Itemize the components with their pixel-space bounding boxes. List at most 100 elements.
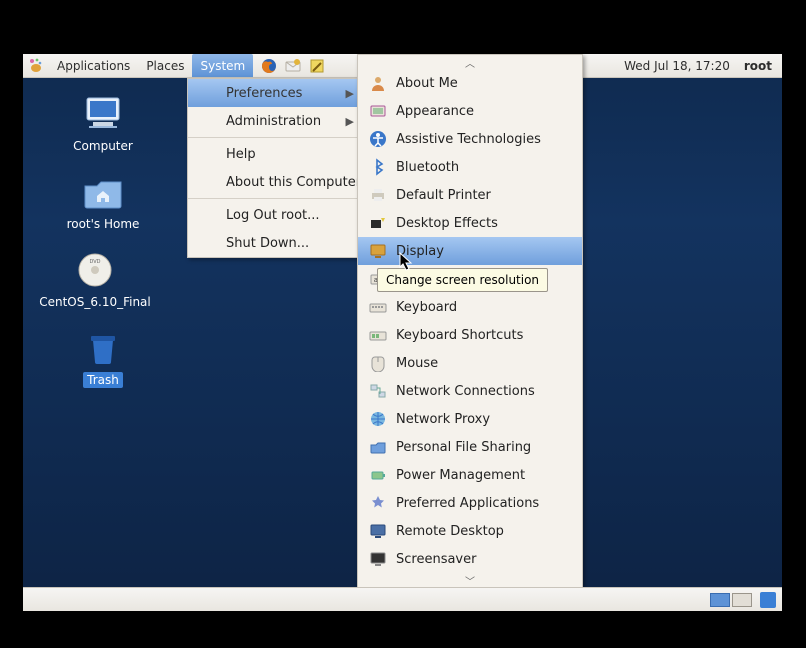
svg-text:DVD: DVD bbox=[89, 259, 100, 265]
net-conn-icon bbox=[368, 381, 388, 401]
menu-item-label: Screensaver bbox=[396, 552, 562, 567]
menu-scroll-down[interactable]: ﹀ bbox=[358, 573, 582, 587]
menu-item-label: Power Management bbox=[396, 468, 562, 483]
submenu-arrow-icon: ▶ bbox=[346, 115, 354, 128]
submenu-arrow-icon: ▶ bbox=[346, 87, 354, 100]
file-sharing-icon bbox=[368, 437, 388, 457]
system-menu: Preferences ▶ Administration ▶ Help Abou… bbox=[187, 78, 375, 258]
menu-item-label: Default Printer bbox=[396, 188, 562, 203]
computer-icon bbox=[79, 94, 127, 134]
display-icon bbox=[368, 241, 388, 261]
menu-item-label: Appearance bbox=[396, 104, 562, 119]
menu-item-label: Mouse bbox=[396, 356, 562, 371]
bottom-panel bbox=[23, 587, 782, 611]
menu-item-shutdown[interactable]: Shut Down... bbox=[188, 229, 374, 257]
desktop-icon-home[interactable]: root's Home bbox=[43, 172, 163, 232]
menu-item-label: Network Proxy bbox=[396, 412, 562, 427]
desktop-icon-label: root's Home bbox=[63, 216, 144, 232]
menu-item-screensaver[interactable]: Screensaver bbox=[358, 545, 582, 573]
tooltip: Change screen resolution bbox=[377, 268, 548, 292]
menu-item-label: Keyboard Shortcuts bbox=[396, 328, 562, 343]
workspace-2[interactable] bbox=[732, 593, 752, 607]
appearance-icon bbox=[368, 101, 388, 121]
menu-item-label: Assistive Technologies bbox=[396, 132, 562, 147]
trash-icon bbox=[79, 328, 127, 368]
panel-launchers bbox=[257, 55, 329, 77]
menu-item-pref-apps[interactable]: Preferred Applications bbox=[358, 489, 582, 517]
menu-item-about-me[interactable]: About Me bbox=[358, 69, 582, 97]
remote-desktop-icon bbox=[368, 521, 388, 541]
evolution-icon[interactable] bbox=[282, 55, 304, 77]
menu-item-label: Personal File Sharing bbox=[396, 440, 562, 455]
panel-trash-icon[interactable] bbox=[760, 592, 776, 608]
desktop-effects-icon bbox=[368, 213, 388, 233]
firefox-icon[interactable] bbox=[258, 55, 280, 77]
about-me-icon bbox=[368, 73, 388, 93]
menu-item-label: Display bbox=[396, 244, 562, 259]
menu-item-label: Help bbox=[226, 147, 354, 162]
mouse-icon bbox=[368, 353, 388, 373]
gedit-icon[interactable] bbox=[306, 55, 328, 77]
menu-item-label: Keyboard bbox=[396, 300, 562, 315]
menu-item-assistive[interactable]: Assistive Technologies bbox=[358, 125, 582, 153]
assistive-icon bbox=[368, 129, 388, 149]
preferences-menu: ︿ About Me Appearance Assistive Technologi… bbox=[357, 54, 583, 588]
menu-item-label: Shut Down... bbox=[226, 236, 354, 251]
kb-shortcuts-icon bbox=[368, 325, 388, 345]
menu-item-net-proxy[interactable]: Network Proxy bbox=[358, 405, 582, 433]
menu-item-file-sharing[interactable]: Personal File Sharing bbox=[358, 433, 582, 461]
default-printer-icon bbox=[368, 185, 388, 205]
menu-item-remote-desktop[interactable]: Remote Desktop bbox=[358, 517, 582, 545]
menu-item-net-conn[interactable]: Network Connections bbox=[358, 377, 582, 405]
panel-user[interactable]: root bbox=[738, 59, 782, 73]
blank-icon bbox=[198, 172, 218, 192]
workspace-1[interactable] bbox=[710, 593, 730, 607]
desktop-icon-trash[interactable]: Trash bbox=[43, 328, 163, 388]
menu-item-appearance[interactable]: Appearance bbox=[358, 97, 582, 125]
blank-icon bbox=[198, 111, 218, 131]
menu-item-help[interactable]: Help bbox=[188, 140, 374, 168]
gnome-foot-icon[interactable] bbox=[25, 55, 47, 77]
menu-item-logout[interactable]: Log Out root... bbox=[188, 201, 374, 229]
menu-item-power[interactable]: Power Management bbox=[358, 461, 582, 489]
menu-item-display[interactable]: Display bbox=[358, 237, 582, 265]
power-icon bbox=[368, 465, 388, 485]
blank-icon bbox=[198, 144, 218, 164]
desktop-icon-label: Trash bbox=[83, 372, 123, 388]
menu-item-label: Log Out root... bbox=[226, 208, 354, 223]
menu-item-preferences[interactable]: Preferences ▶ bbox=[188, 79, 374, 107]
menubar-places[interactable]: Places bbox=[138, 54, 192, 77]
blank-icon bbox=[198, 83, 218, 103]
menu-item-default-printer[interactable]: Default Printer bbox=[358, 181, 582, 209]
menu-item-label: Desktop Effects bbox=[396, 216, 562, 231]
home-folder-icon bbox=[79, 172, 127, 212]
menu-item-kb-shortcuts[interactable]: Keyboard Shortcuts bbox=[358, 321, 582, 349]
menu-scroll-up[interactable]: ︿ bbox=[358, 55, 582, 69]
menu-item-label: Administration bbox=[226, 114, 332, 129]
panel-clock[interactable]: Wed Jul 18, 17:20 bbox=[616, 59, 738, 73]
menu-item-label: Network Connections bbox=[396, 384, 562, 399]
menu-item-desktop-effects[interactable]: Desktop Effects bbox=[358, 209, 582, 237]
menubar-system[interactable]: System bbox=[192, 54, 253, 77]
dvd-icon: DVD bbox=[71, 250, 119, 290]
menu-item-administration[interactable]: Administration ▶ bbox=[188, 107, 374, 135]
blank-icon bbox=[198, 205, 218, 225]
desktop-icon-label: CentOS_6.10_Final bbox=[35, 294, 155, 310]
desktop-icon-computer[interactable]: Computer bbox=[43, 94, 163, 154]
menu-item-keyboard[interactable]: Keyboard bbox=[358, 293, 582, 321]
desktop-icon-label: Computer bbox=[69, 138, 137, 154]
keyboard-icon bbox=[368, 297, 388, 317]
net-proxy-icon bbox=[368, 409, 388, 429]
menu-separator bbox=[188, 137, 374, 138]
menu-item-label: Bluetooth bbox=[396, 160, 562, 175]
pref-apps-icon bbox=[368, 493, 388, 513]
bluetooth-icon bbox=[368, 157, 388, 177]
menu-item-about[interactable]: About this Computer bbox=[188, 168, 374, 196]
menu-item-bluetooth[interactable]: Bluetooth bbox=[358, 153, 582, 181]
screensaver-icon bbox=[368, 549, 388, 569]
menu-item-label: About this Computer bbox=[226, 175, 361, 190]
menubar-applications[interactable]: Applications bbox=[49, 54, 138, 77]
menu-item-mouse[interactable]: Mouse bbox=[358, 349, 582, 377]
desktop-icon-dvd[interactable]: DVD CentOS_6.10_Final bbox=[35, 250, 155, 310]
menu-item-label: Preferred Applications bbox=[396, 496, 562, 511]
